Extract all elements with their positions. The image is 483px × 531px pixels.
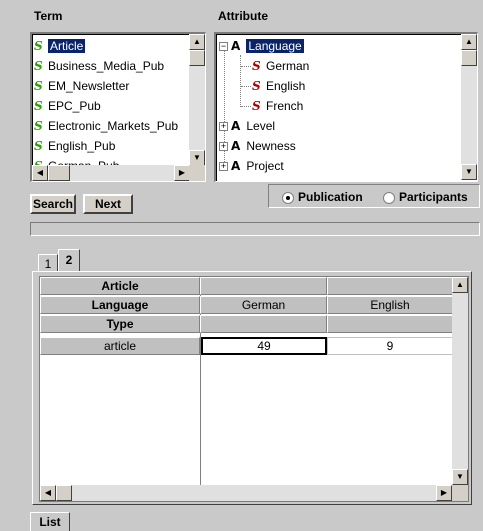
term-list[interactable]: S Article S Business_Media_Pub S EM_Newslet…: [30, 32, 206, 182]
scroll-right-icon[interactable]: ▶: [436, 485, 452, 501]
next-button[interactable]: Next: [83, 194, 133, 214]
term-icon: S: [34, 119, 43, 133]
term-header-cell: Article: [40, 277, 200, 295]
table-cell: [200, 315, 327, 333]
scroll-thumb[interactable]: [56, 485, 72, 501]
scroll-down-icon[interactable]: ▼: [452, 469, 468, 485]
table-cell: [327, 315, 453, 333]
scroll-left-icon[interactable]: ◀: [32, 165, 48, 181]
term-icon: S: [34, 39, 43, 53]
table-vscrollbar[interactable]: ▲ ▼: [452, 277, 468, 485]
value-icon: S: [252, 99, 261, 113]
scroll-right-icon[interactable]: ▶: [174, 165, 190, 181]
list-item[interactable]: S EPC_Pub: [34, 97, 101, 115]
table-cell-german[interactable]: 49: [201, 337, 327, 355]
value-icon: S: [252, 59, 261, 73]
attribute-icon: A: [231, 159, 241, 173]
scroll-up-icon[interactable]: ▲: [461, 34, 477, 50]
tab-1[interactable]: 1: [38, 254, 58, 272]
expand-icon[interactable]: +: [219, 122, 228, 132]
value-icon: S: [252, 79, 261, 93]
list-item[interactable]: S Electronic_Markets_Pub: [34, 117, 178, 135]
scroll-thumb[interactable]: [48, 165, 70, 181]
column-header-english: English: [327, 296, 453, 314]
tab-2[interactable]: 2: [58, 249, 80, 272]
attribute-header-cell: Language: [40, 296, 200, 314]
attribute-vscrollbar[interactable]: ▲ ▼: [461, 34, 477, 180]
term-hscrollbar[interactable]: ◀ ▶: [32, 165, 190, 181]
scroll-corner: [452, 485, 468, 501]
attribute-header: Attribute: [218, 9, 268, 23]
term-icon: S: [34, 59, 43, 73]
tree-node-english[interactable]: S English: [252, 77, 305, 95]
type-header-cell: Type: [40, 315, 200, 333]
scroll-down-icon[interactable]: ▼: [189, 150, 205, 166]
scroll-up-icon[interactable]: ▲: [452, 277, 468, 293]
tree-node-language[interactable]: − A Language: [219, 37, 304, 55]
list-item[interactable]: S EM_Newsletter: [34, 77, 129, 95]
tree-line: [241, 106, 251, 107]
term-icon: S: [34, 79, 43, 93]
tree-node-newness[interactable]: + A Newness: [219, 137, 296, 155]
radio-publication[interactable]: Publication: [282, 190, 363, 204]
radio-checked-icon[interactable]: [282, 191, 294, 204]
scroll-corner: [189, 165, 205, 181]
table-cell: [200, 277, 327, 295]
expand-icon[interactable]: +: [219, 142, 228, 152]
radio-unchecked-icon[interactable]: [383, 191, 395, 204]
scroll-left-icon[interactable]: ◀: [40, 485, 56, 501]
attribute-tree[interactable]: − A Language S German S English S French + A …: [214, 32, 478, 182]
row-header-article: article: [40, 337, 200, 355]
scroll-down-icon[interactable]: ▼: [461, 164, 477, 180]
tree-node-french[interactable]: S French: [252, 97, 303, 115]
attribute-icon: A: [231, 119, 241, 133]
scroll-thumb[interactable]: [189, 50, 205, 66]
term-icon: S: [34, 99, 43, 113]
list-button[interactable]: List: [30, 512, 70, 531]
radio-participants[interactable]: Participants: [383, 190, 468, 204]
result-table[interactable]: Article Language German English Type art…: [39, 276, 469, 502]
tree-node-project[interactable]: + A Project: [219, 157, 284, 175]
table-hscrollbar[interactable]: ◀ ▶: [40, 485, 452, 501]
term-icon: S: [34, 139, 43, 153]
tree-line: [240, 55, 241, 107]
tree-node-level[interactable]: + A Level: [219, 117, 275, 135]
scroll-thumb[interactable]: [461, 50, 477, 66]
table-cell: [327, 277, 453, 295]
attribute-icon: A: [231, 39, 241, 53]
list-item[interactable]: S Business_Media_Pub: [34, 57, 164, 75]
list-item[interactable]: S English_Pub: [34, 137, 115, 155]
term-header: Term: [34, 9, 63, 23]
tree-node-german[interactable]: S German: [252, 57, 309, 75]
tree-line: [241, 66, 251, 67]
search-button[interactable]: Search: [30, 194, 76, 214]
progress-bar: [30, 222, 480, 236]
expand-icon[interactable]: +: [219, 162, 228, 172]
scroll-up-icon[interactable]: ▲: [189, 34, 205, 50]
term-vscrollbar[interactable]: ▲ ▼: [189, 34, 205, 166]
tree-line: [241, 86, 251, 87]
table-cell-english[interactable]: 9: [327, 337, 453, 355]
list-item[interactable]: S Article: [34, 37, 86, 55]
column-header-german: German: [200, 296, 327, 314]
attribute-icon: A: [231, 139, 241, 153]
collapse-icon[interactable]: −: [219, 42, 228, 52]
